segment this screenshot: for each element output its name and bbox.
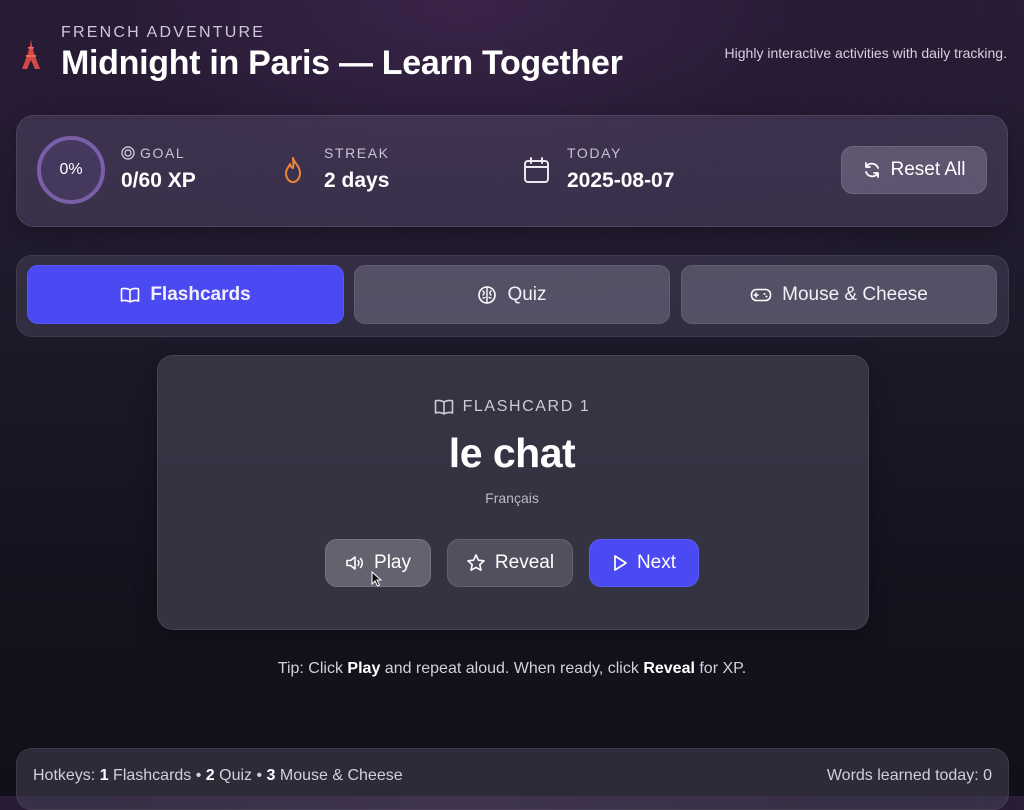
tab-flashcards-label: Flashcards [150, 283, 251, 305]
brain-icon [478, 285, 497, 304]
tip-prefix: Tip: Click [277, 660, 348, 677]
eiffel-tower-icon [22, 39, 40, 69]
tip-suffix: for XP. [694, 660, 747, 677]
tab-flashcards[interactable]: Flashcards [27, 265, 344, 324]
app-eyebrow: FRENCH ADVENTURE [61, 24, 266, 41]
play-triangle-icon [614, 555, 627, 571]
mouse-cursor-icon [371, 571, 382, 587]
hotkey-1-label: Flashcards • [108, 767, 206, 784]
tab-mouse-cheese-label: Mouse & Cheese [782, 283, 928, 305]
hotkey-2-label: Quiz • [214, 767, 267, 784]
star-icon [467, 554, 485, 571]
goal-value: 0/60 XP [121, 169, 196, 192]
flashcard-label: FLASHCARD 1 [462, 398, 591, 415]
hotkeys-prefix: Hotkeys: [33, 767, 100, 784]
tip-play: Play [347, 660, 381, 677]
tab-quiz-label: Quiz [507, 283, 547, 305]
flashcard-word: le chat [448, 430, 576, 476]
gamepad-icon [750, 288, 772, 301]
hotkeys-hint: Hotkeys: 1 Flashcards • 2 Quiz • 3 Mouse… [33, 767, 403, 785]
words-learned-count: Words learned today: 0 [826, 767, 992, 784]
reveal-button[interactable]: Reveal [447, 539, 573, 587]
tab-quiz[interactable]: Quiz [354, 265, 670, 324]
target-icon [121, 146, 135, 160]
reveal-label: Reveal [494, 552, 555, 573]
tab-mouse-cheese[interactable]: Mouse & Cheese [681, 265, 997, 324]
goal-label: GOAL [140, 145, 186, 161]
next-label: Next [636, 552, 677, 573]
reset-all-label: Reset All [890, 159, 966, 180]
progress-ring: 0% [37, 136, 105, 204]
book-icon [434, 399, 453, 415]
tip-middle: and repeat aloud. When ready, click [380, 660, 644, 677]
speaker-icon [346, 556, 363, 570]
streak-value: 2 days [324, 169, 390, 192]
hotkey-3-label: Mouse & Cheese [275, 767, 403, 784]
tip-reveal: Reveal [643, 660, 695, 677]
today-value: 2025-08-07 [567, 169, 675, 192]
streak-label: STREAK [324, 145, 390, 161]
reset-all-button[interactable]: Reset All [841, 146, 987, 194]
hotkey-2: 2 [205, 767, 215, 784]
page-subtitle: Highly interactive activities with daily… [724, 45, 1007, 61]
flame-icon [285, 157, 301, 183]
hotkey-1: 1 [99, 767, 109, 784]
next-button[interactable]: Next [589, 539, 699, 587]
calendar-icon [524, 157, 549, 183]
tip-text: Tip: Click Play and repeat aloud. When r… [0, 660, 1024, 678]
today-label: TODAY [567, 145, 622, 161]
flashcard-language: Français [485, 490, 539, 506]
progress-percent: 0% [59, 161, 83, 178]
book-icon [121, 287, 140, 303]
goal-label-row: GOAL [121, 145, 185, 161]
refresh-icon [864, 162, 879, 178]
flashcard-header: FLASHCARD 1 [0, 398, 1024, 416]
page-title: Midnight in Paris — Learn Together [61, 44, 623, 82]
